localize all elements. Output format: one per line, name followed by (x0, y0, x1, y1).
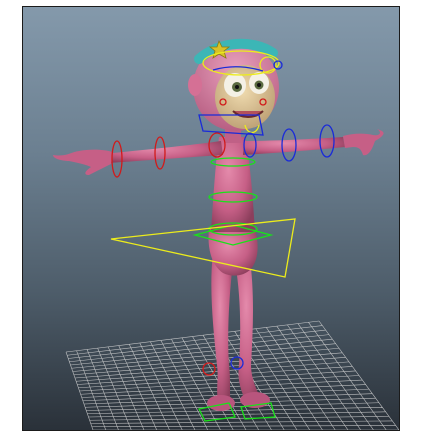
left-hand[interactable] (53, 149, 113, 175)
viewport-scene[interactable] (23, 7, 399, 430)
right-hand[interactable] (343, 129, 384, 156)
left-arm[interactable] (109, 141, 223, 163)
right-arm[interactable] (243, 137, 345, 155)
character-mesh[interactable] (53, 38, 384, 411)
hips-control[interactable] (110, 218, 296, 278)
left-foot-control[interactable] (198, 402, 236, 422)
left-pupil-center (235, 85, 239, 89)
right-pupil-center (257, 83, 261, 87)
maya-viewport[interactable] (22, 6, 400, 431)
ear (188, 74, 202, 96)
ground-grid (65, 320, 399, 430)
